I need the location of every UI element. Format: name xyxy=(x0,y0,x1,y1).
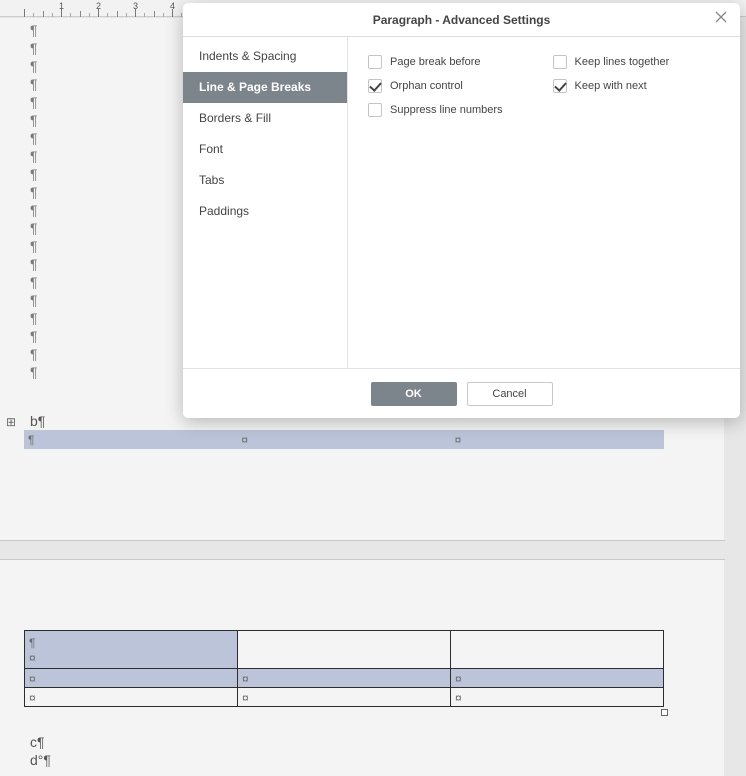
dialog-title: Paragraph - Advanced Settings xyxy=(183,3,740,37)
checkbox-icon xyxy=(368,103,382,117)
checkbox-icon xyxy=(368,55,382,69)
close-icon[interactable] xyxy=(710,8,732,30)
paragraph-d: d°¶ xyxy=(30,752,51,768)
checkbox-icon xyxy=(553,79,567,93)
dialog-title-text: Paragraph - Advanced Settings xyxy=(373,13,551,27)
pilcrow-mark: ¶ xyxy=(30,21,38,39)
cell-mark: ¶ xyxy=(28,433,34,447)
checkbox-page-break-before[interactable]: Page break before xyxy=(368,55,503,69)
paragraph-b: b¶ xyxy=(30,413,45,429)
paragraph-c: c¶ xyxy=(30,734,45,750)
nav-font[interactable]: Font xyxy=(183,134,347,165)
nav-paddings[interactable]: Paddings xyxy=(183,196,347,227)
table-row: ¤ ¤ ¤ xyxy=(25,688,664,707)
nav-line-page-breaks[interactable]: Line & Page Breaks xyxy=(183,72,347,103)
cell-mark: ¤ xyxy=(241,433,248,447)
pilcrow-mark: ¶ xyxy=(30,327,38,345)
pilcrow-mark: ¶ xyxy=(30,75,38,93)
checkbox-label: Keep with next xyxy=(575,80,647,92)
pilcrow-column: ¶¶¶¶¶¶¶¶¶¶¶¶¶¶¶¶¶¶¶¶ xyxy=(30,21,38,381)
pilcrow-mark: ¶ xyxy=(30,201,38,219)
pilcrow-mark: ¶ xyxy=(30,237,38,255)
dialog-nav: Indents & Spacing Line & Page Breaks Bor… xyxy=(183,37,348,368)
pilcrow-mark: ¶ xyxy=(30,291,38,309)
checkbox-icon xyxy=(368,79,382,93)
checkbox-icon xyxy=(553,55,567,69)
pilcrow-mark: ¶ xyxy=(30,93,38,111)
pilcrow-mark: ¶ xyxy=(30,57,38,75)
table-row: ¶¤ xyxy=(25,631,664,669)
dialog-footer: OK Cancel xyxy=(183,368,740,418)
table-1[interactable]: ¶ ¤ ¤ xyxy=(24,430,664,449)
paragraph-settings-dialog: Paragraph - Advanced Settings Indents & … xyxy=(183,3,740,418)
checkbox-label: Page break before xyxy=(390,56,481,68)
checkbox-label: Keep lines together xyxy=(575,56,670,68)
pilcrow-mark: ¶ xyxy=(30,345,38,363)
nav-indents-spacing[interactable]: Indents & Spacing xyxy=(183,41,347,72)
pilcrow-mark: ¶ xyxy=(30,111,38,129)
table-row: ¶ ¤ ¤ xyxy=(24,430,664,449)
pilcrow-mark: ¶ xyxy=(30,183,38,201)
checkbox-keep-lines-together[interactable]: Keep lines together xyxy=(553,55,670,69)
pilcrow-mark: ¶ xyxy=(30,165,38,183)
nav-borders-fill[interactable]: Borders & Fill xyxy=(183,103,347,134)
cell-mark: ¤ xyxy=(455,433,462,447)
resize-handle[interactable] xyxy=(661,709,668,716)
pilcrow-mark: ¶ xyxy=(30,39,38,57)
pilcrow-mark: ¶ xyxy=(30,309,38,327)
dialog-content: Page break before Orphan control Suppres… xyxy=(348,37,740,368)
checkbox-label: Suppress line numbers xyxy=(390,104,503,116)
pilcrow-mark: ¶ xyxy=(30,255,38,273)
page-break xyxy=(0,540,725,560)
checkbox-keep-with-next[interactable]: Keep with next xyxy=(553,79,670,93)
pilcrow-mark: ¶ xyxy=(30,273,38,291)
nav-tabs[interactable]: Tabs xyxy=(183,165,347,196)
checkbox-suppress-line-numbers[interactable]: Suppress line numbers xyxy=(368,103,503,117)
checkbox-label: Orphan control xyxy=(390,80,463,92)
checkbox-orphan-control[interactable]: Orphan control xyxy=(368,79,503,93)
table-2[interactable]: ¶¤ ¤ ¤ ¤ ¤ ¤ ¤ xyxy=(24,630,664,707)
cancel-button[interactable]: Cancel xyxy=(467,382,553,406)
anchor-icon: ⊞ xyxy=(6,415,16,429)
table-row: ¤ ¤ ¤ xyxy=(25,669,664,688)
pilcrow-mark: ¶ xyxy=(30,129,38,147)
ok-button[interactable]: OK xyxy=(371,382,457,406)
pilcrow-mark: ¶ xyxy=(30,219,38,237)
pilcrow-mark: ¶ xyxy=(30,147,38,165)
pilcrow-mark: ¶ xyxy=(30,363,38,381)
